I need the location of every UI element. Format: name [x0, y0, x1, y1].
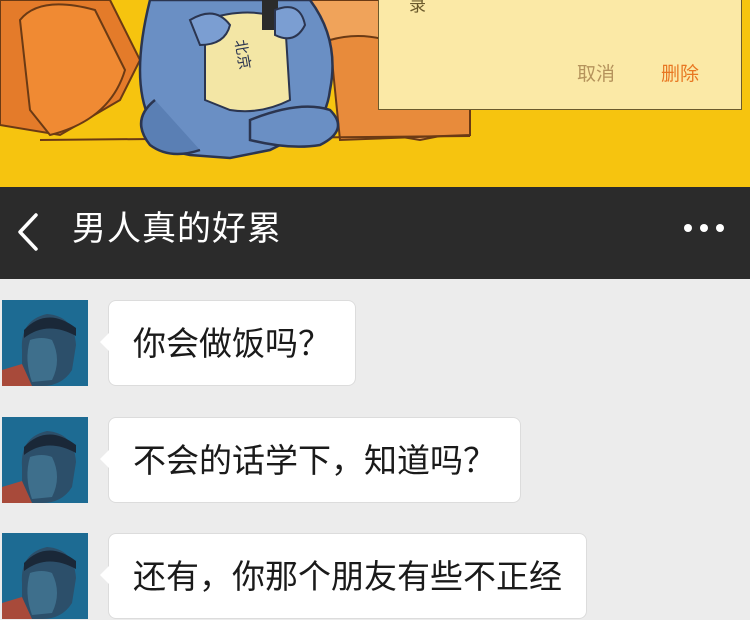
- chat-title: 男人真的好累: [72, 209, 282, 249]
- avatar[interactable]: [2, 300, 88, 386]
- comic-panel: 北京 录 取消 删除: [0, 0, 750, 187]
- avatar[interactable]: [2, 533, 88, 619]
- message-bubble[interactable]: 还有，你那个朋友有些不正经: [100, 533, 587, 619]
- dialog-text: 录: [409, 0, 426, 16]
- avatar-portrait-icon: [2, 417, 88, 503]
- chevron-left-icon[interactable]: [12, 209, 42, 255]
- message-bubble[interactable]: 你会做饭吗？: [100, 300, 356, 386]
- avatar-portrait-icon: [2, 300, 88, 386]
- avatar-portrait-icon: [2, 533, 88, 619]
- more-dots-icon[interactable]: [682, 220, 726, 236]
- delete-dialog: 录 取消 删除: [378, 0, 742, 110]
- delete-button[interactable]: 删除: [661, 59, 699, 86]
- chat-header: 男人真的好累: [0, 187, 750, 279]
- cancel-button[interactable]: 取消: [577, 59, 615, 86]
- avatar[interactable]: [2, 417, 88, 503]
- message-bubble[interactable]: 不会的话学下，知道吗？: [100, 417, 521, 503]
